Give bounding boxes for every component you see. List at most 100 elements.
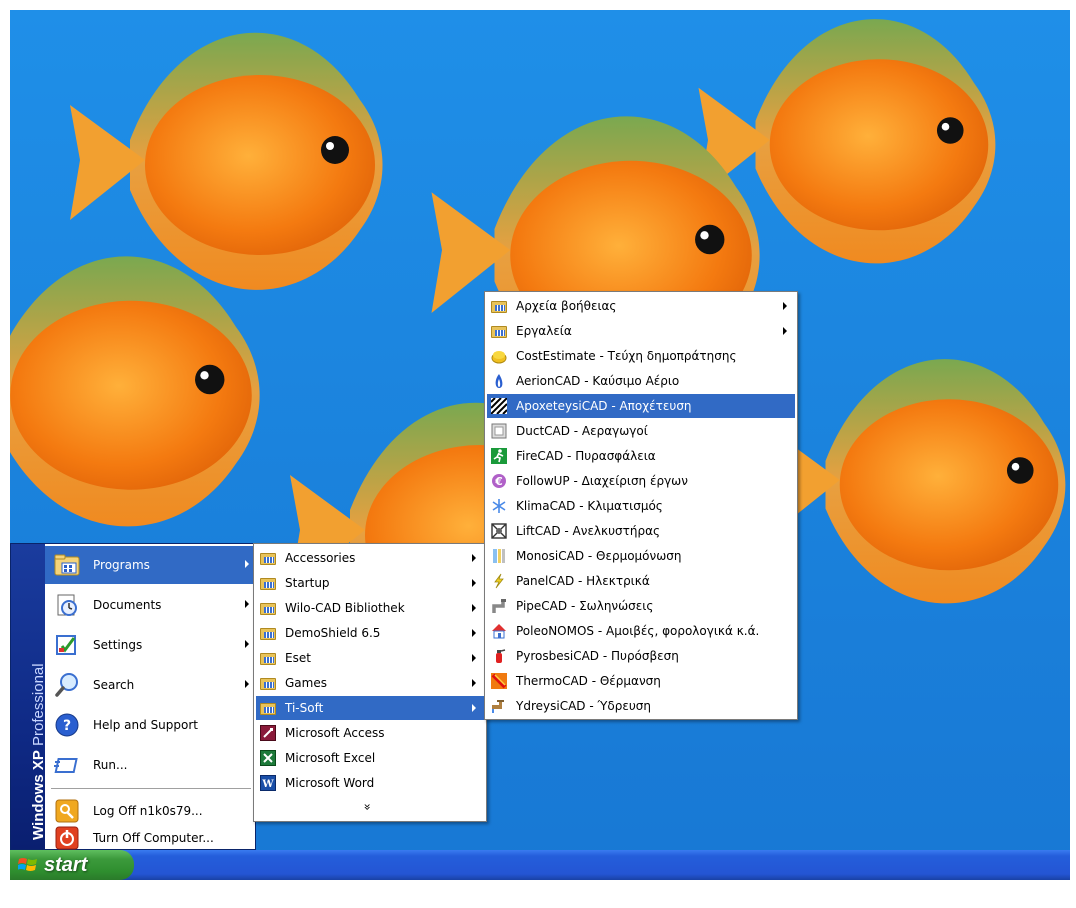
start-item-log-off[interactable]: Log Off n1k0s79... [45,798,255,824]
menu-item-label: DuctCAD - Αεραγωγοί [516,424,648,438]
start-menu-separator [51,788,251,789]
menu-item-label: Wilo-CAD Bibliothek [285,601,405,615]
menu-item-label: PyrosbesiCAD - Πυρόσβεση [516,649,679,663]
pipe-icon [490,597,508,615]
taskbar: start [10,850,1070,880]
program-group-icon [259,699,277,717]
submenu-arrow-icon [245,680,249,688]
ti-soft-menu: Αρχεία βοήθειας Εργαλεία CostEstimate - … [484,291,798,720]
start-button[interactable]: start [10,850,134,880]
start-item-label: Log Off n1k0s79... [93,804,203,818]
tisoft-item-tools[interactable]: Εργαλεία [487,319,795,343]
submenu-arrow-icon [472,654,476,662]
start-menu-banner: Windows XP Professional [11,544,47,849]
settings-icon [53,631,81,659]
programs-item-eset[interactable]: Eset [256,646,484,670]
chevron-glyph: » [361,803,375,811]
lift-icon [490,522,508,540]
tisoft-item-panelcad[interactable]: PanelCAD - Ηλεκτρικά [487,569,795,593]
submenu-arrow-icon [472,679,476,687]
submenu-arrow-icon [245,600,249,608]
program-group-icon [259,599,277,617]
programs-item-word[interactable]: W Microsoft Word [256,771,484,795]
menu-item-label: Εργαλεία [516,324,572,338]
excel-icon [259,749,277,767]
start-item-label: Help and Support [93,718,198,732]
menu-item-label: PipeCAD - Σωληνώσεις [516,599,654,613]
documents-icon [53,591,81,619]
start-button-label: start [44,853,88,876]
menu-item-label: Ti-Soft [285,701,324,715]
tisoft-item-ydreysicad[interactable]: YdreysiCAD - Ύδρευση [487,694,795,718]
start-item-search[interactable]: Search [45,666,255,704]
start-item-documents[interactable]: Documents [45,586,255,624]
house-icon [490,622,508,640]
euro-icon: € [490,472,508,490]
programs-item-startup[interactable]: Startup [256,571,484,595]
search-icon [53,671,81,699]
tisoft-item-liftcad[interactable]: LiftCAD - Ανελκυστήρας [487,519,795,543]
flame-icon [490,372,508,390]
start-item-label: Turn Off Computer... [93,831,214,845]
programs-item-excel[interactable]: Microsoft Excel [256,746,484,770]
program-group-icon [259,549,277,567]
tisoft-item-followup[interactable]: € FollowUP - Διαχείριση έργων [487,469,795,493]
drainage-icon [490,397,508,415]
extinguisher-icon [490,647,508,665]
program-group-icon [259,624,277,642]
tisoft-item-help-files[interactable]: Αρχεία βοήθειας [487,294,795,318]
start-item-label: Search [93,678,135,692]
submenu-arrow-icon [472,604,476,612]
faucet-icon [490,697,508,715]
menu-item-label: MonosiCAD - Θερμομόνωση [516,549,682,563]
tisoft-item-ductcad[interactable]: DuctCAD - Αεραγωγοί [487,419,795,443]
menu-item-label: Microsoft Access [285,726,385,740]
tisoft-item-pyrosbesicad[interactable]: PyrosbesiCAD - Πυρόσβεση [487,644,795,668]
start-item-label: Settings [93,638,143,652]
expand-menu-chevron-icon[interactable]: » [254,800,482,818]
programs-item-accessories[interactable]: Accessories [256,546,484,570]
costestimate-icon [490,347,508,365]
program-group-icon [259,649,277,667]
menu-item-label: ApoxeteysiCAD - Αποχέτευση [516,399,692,413]
tisoft-item-klimacad[interactable]: KlimaCAD - Κλιματισμός [487,494,795,518]
tisoft-item-pipecad[interactable]: PipeCAD - Σωληνώσεις [487,594,795,618]
programs-menu: Accessories Startup Wilo-CAD Bibliothek … [253,543,487,822]
snowflake-icon [490,497,508,515]
menu-item-label: FireCAD - Πυρασφάλεια [516,449,656,463]
menu-item-label: DemoShield 6.5 [285,626,381,640]
start-item-turn-off[interactable]: Turn Off Computer... [45,825,255,851]
tisoft-item-costestimate[interactable]: CostEstimate - Τεύχη δημοπράτησης [487,344,795,368]
tisoft-item-poleonomos[interactable]: PoleoNOMOS - Αμοιβές, φορολογικά κ.ά. [487,619,795,643]
programs-item-wilo-cad[interactable]: Wilo-CAD Bibliothek [256,596,484,620]
start-item-help[interactable]: ? Help and Support [45,706,255,744]
menu-item-label: Accessories [285,551,356,565]
start-menu: Windows XP Professional Programs Documen… [10,543,256,850]
menu-item-label: AerionCAD - Καύσιμο Αέριο [516,374,680,388]
start-item-programs[interactable]: Programs [45,546,255,584]
menu-item-label: Αρχεία βοήθειας [516,299,617,313]
start-item-label: Run... [93,758,128,772]
programs-item-ti-soft[interactable]: Ti-Soft [256,696,484,720]
start-item-run[interactable]: Run... [45,746,255,784]
programs-folder-icon [53,551,81,579]
program-group-icon [490,322,508,340]
submenu-arrow-icon [472,554,476,562]
submenu-arrow-icon [472,629,476,637]
tisoft-item-firecad[interactable]: FireCAD - Πυρασφάλεια [487,444,795,468]
power-icon [53,824,81,852]
start-item-label: Documents [93,598,162,612]
programs-item-games[interactable]: Games [256,671,484,695]
program-group-icon [490,297,508,315]
programs-item-access[interactable]: Microsoft Access [256,721,484,745]
word-icon: W [259,774,277,792]
programs-item-demoshield[interactable]: DemoShield 6.5 [256,621,484,645]
menu-item-label: Microsoft Word [285,776,375,790]
tisoft-item-aerioncad[interactable]: AerionCAD - Καύσιμο Αέριο [487,369,795,393]
tisoft-item-apoxeteysicad[interactable]: ApoxeteysiCAD - Αποχέτευση [487,394,795,418]
tisoft-item-thermocad[interactable]: ThermoCAD - Θέρμανση [487,669,795,693]
start-item-settings[interactable]: Settings [45,626,255,664]
submenu-arrow-icon [472,579,476,587]
tisoft-item-monosicad[interactable]: MonosiCAD - Θερμομόνωση [487,544,795,568]
run-icon [53,751,81,779]
